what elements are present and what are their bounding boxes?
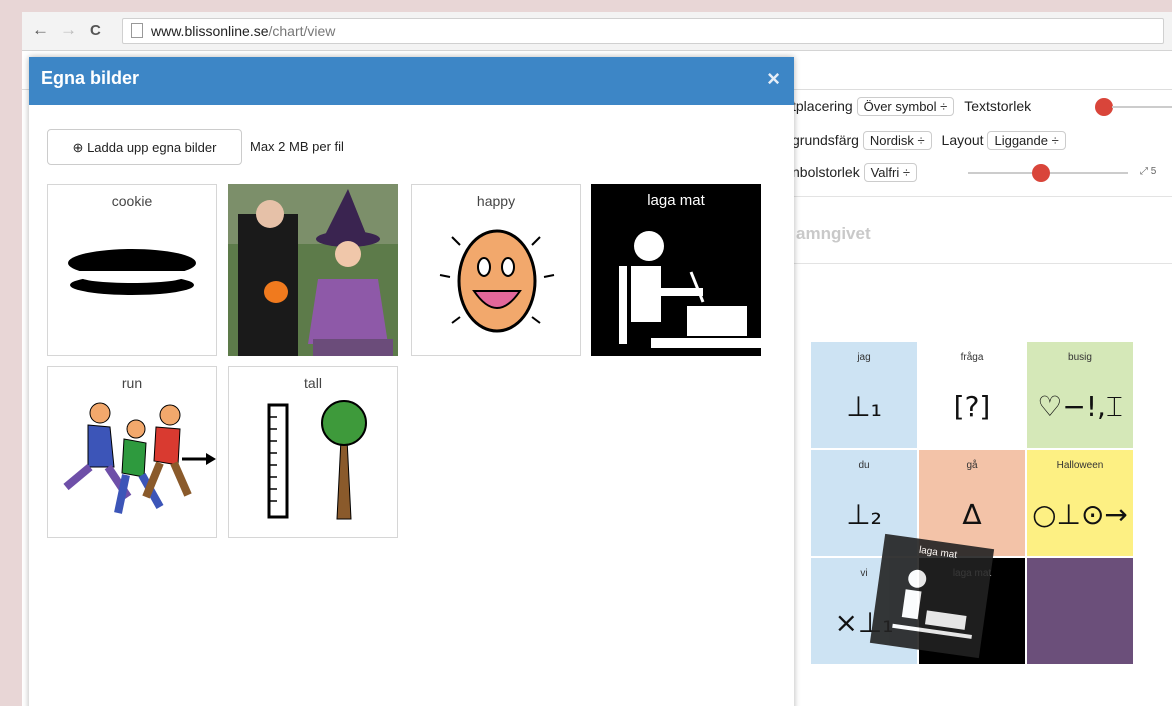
upload-icon: ⊕ <box>72 140 84 155</box>
page-icon <box>131 23 143 38</box>
bliss-symbol: ♡−!,⌶ <box>1037 390 1123 423</box>
address-bar[interactable]: www.blissonline.se/chart/view <box>122 18 1164 44</box>
bliss-symbol: ⊥₁ <box>846 390 882 423</box>
bliss-symbol: ○⊥⊙→ <box>1032 498 1128 531</box>
text-placement-label: tplacering <box>792 98 853 114</box>
text-size-label: Textstorlek <box>964 98 1032 114</box>
grid-size-indicator: ⤢ 5 <box>1140 166 1157 177</box>
text-size-track[interactable] <box>1112 106 1172 108</box>
image-tile-laga-mat[interactable]: laga mat <box>591 184 761 356</box>
symbol-cell-label: busig <box>1068 352 1092 363</box>
toolbar-divider <box>792 196 1172 197</box>
image-tile-run[interactable]: run <box>47 366 217 538</box>
symbol-cell-label: jag <box>857 352 871 363</box>
symbol-cell-label: du <box>858 460 870 471</box>
reload-icon[interactable]: C <box>90 22 101 39</box>
max-size-text: Max 2 MB per fil <box>250 139 344 154</box>
chart-title[interactable]: amngivet <box>796 224 871 244</box>
halloween-photo <box>228 184 398 356</box>
symbol-size-slider[interactable] <box>1032 164 1050 182</box>
symbol-cell[interactable]: Halloween ○⊥⊙→ <box>1026 449 1134 557</box>
tall-tree-icon <box>267 400 367 520</box>
toolbar-row-2: grundsfärg Nordisk ÷ Layout Liggande ÷ <box>792 131 1066 150</box>
resize-icon: ⤢ <box>1140 166 1151 177</box>
bliss-symbol: ⊥₂ <box>846 498 882 531</box>
symbol-cell-label: fråga <box>960 352 984 363</box>
symbol-size-label: nbolstorlek <box>792 164 860 180</box>
symbol-cell-label: Halloween <box>1056 460 1104 471</box>
symbol-cell[interactable]: fråga [?] <box>918 341 1026 449</box>
running-people-icon <box>63 402 216 514</box>
dialog-header: Egna bilder × <box>29 57 794 105</box>
close-icon[interactable]: × <box>767 66 780 92</box>
background-color-label: grundsfärg <box>792 132 859 148</box>
url-path: /chart/view <box>268 23 336 39</box>
upload-images-button[interactable]: ⊕ Ladda upp egna bilder <box>47 129 242 165</box>
dragged-image[interactable]: laga mat <box>869 533 995 659</box>
forward-icon[interactable]: → <box>60 20 77 40</box>
upload-button-label: Ladda upp egna bilder <box>87 140 217 155</box>
dialog-title: Egna bilder <box>41 68 140 88</box>
toolbar-row-3: nbolstorlek Valfri ÷ <box>792 163 917 182</box>
cookie-icon <box>68 249 196 295</box>
symbol-size-select[interactable]: Valfri ÷ <box>863 163 917 182</box>
background-color-select[interactable]: Nordisk ÷ <box>862 131 932 150</box>
image-tile-cookie[interactable]: cookie <box>47 184 217 356</box>
own-images-dialog: Egna bilder × ⊕ Ladda upp egna bilder Ma… <box>29 57 794 706</box>
back-icon[interactable]: ← <box>32 20 49 40</box>
text-size-slider[interactable] <box>1095 98 1113 116</box>
symbol-cell[interactable] <box>1026 557 1134 665</box>
browser-window: ← → C www.blissonline.se/chart/view tpla… <box>22 12 1172 706</box>
bliss-symbol: ∆ <box>962 498 982 531</box>
symbol-cell-label: gå <box>966 460 978 471</box>
layout-select[interactable]: Liggande ÷ <box>987 131 1066 150</box>
title-divider <box>792 263 1172 264</box>
browser-toolbar: ← → C www.blissonline.se/chart/view <box>22 12 1172 51</box>
text-placement-select[interactable]: Över symbol ÷ <box>856 97 955 116</box>
cooking-icon <box>892 569 972 639</box>
url-host: www.blissonline.se <box>151 23 269 39</box>
image-tile-happy[interactable]: happy <box>411 184 581 356</box>
bliss-symbol: [?] <box>953 390 991 423</box>
cooking-icon <box>619 231 761 348</box>
happy-face-icon <box>439 229 555 333</box>
image-tile-halloween-photo[interactable] <box>228 184 398 356</box>
toolbar-row-1: tplacering Över symbol ÷ Textstorlek <box>792 97 1031 116</box>
symbol-cell[interactable]: busig ♡−!,⌶ <box>1026 341 1134 449</box>
symbol-cell[interactable]: jag ⊥₁ <box>810 341 918 449</box>
image-tile-tall[interactable]: tall <box>228 366 398 538</box>
layout-label: Layout <box>941 132 984 148</box>
